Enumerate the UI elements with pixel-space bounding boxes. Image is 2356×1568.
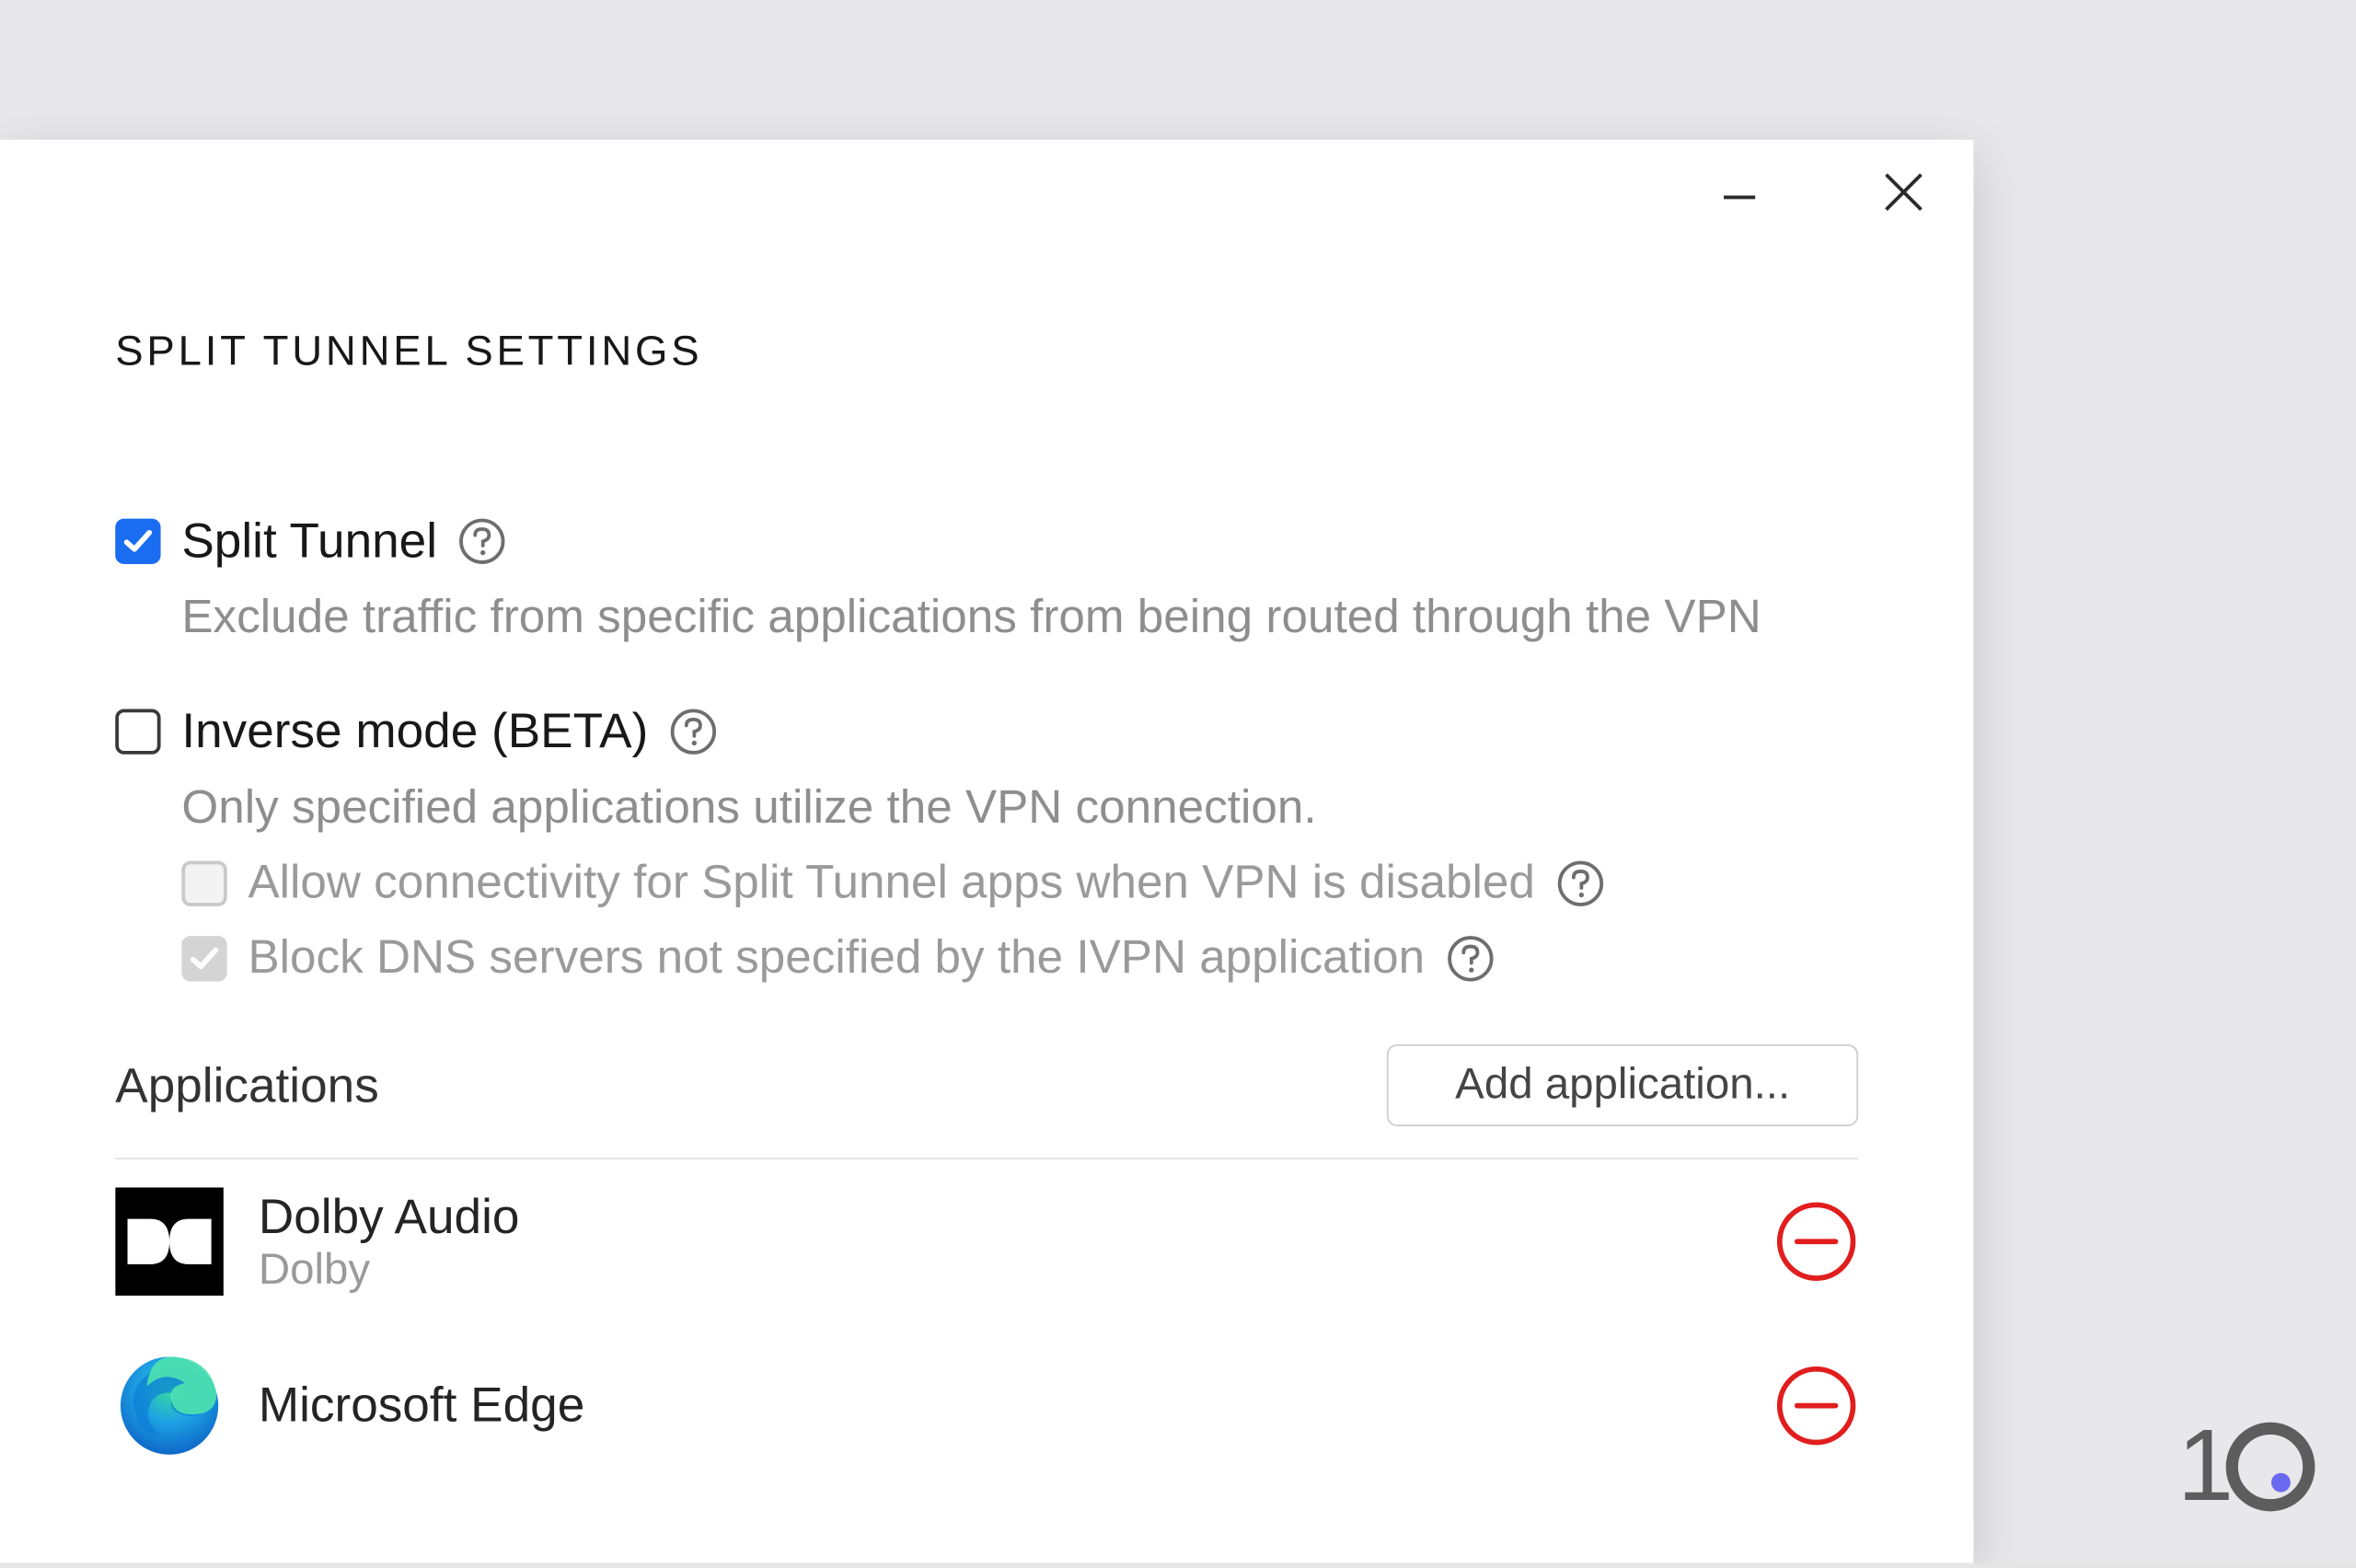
question-icon: [1556, 859, 1605, 907]
inverse-mode-label: Inverse mode (BETA): [181, 704, 648, 760]
allow-connectivity-checkbox: [181, 860, 226, 905]
checkmark-icon: [122, 525, 154, 557]
minimize-button[interactable]: [1701, 154, 1777, 230]
inverse-mode-description: Only specified applications utilize the …: [181, 780, 1858, 835]
applications-title: Applications: [115, 1057, 379, 1113]
checkmark-icon: [189, 942, 220, 974]
remove-icon: [1774, 1364, 1858, 1447]
application-row: Dolby Audio Dolby: [115, 1159, 1858, 1323]
remove-icon: [1774, 1200, 1858, 1284]
settings-window: SPLIT TUNNEL SETTINGS Split Tunnel Exclu…: [0, 140, 1973, 1563]
inverse-mode-checkbox[interactable]: [115, 709, 160, 754]
split-tunnel-description: Exclude traffic from specific applicatio…: [181, 590, 1858, 644]
edge-icon: [115, 1352, 224, 1460]
app-name: Microsoft Edge: [259, 1378, 1739, 1434]
app-icon-dolby: [115, 1187, 224, 1296]
app-name: Dolby Audio: [259, 1188, 1739, 1244]
application-row: Microsoft Edge: [115, 1323, 1858, 1487]
remove-application-button[interactable]: [1774, 1200, 1858, 1284]
dolby-icon: [115, 1187, 224, 1296]
setting-inverse-mode: Inverse mode (BETA) Only specified appli…: [115, 704, 1858, 986]
sub-option-block-dns: Block DNS servers not specified by the I…: [181, 930, 1858, 985]
watermark-zero-icon: [2223, 1419, 2317, 1513]
page-title: SPLIT TUNNEL SETTINGS: [115, 329, 1858, 377]
help-icon[interactable]: [458, 517, 507, 566]
help-icon[interactable]: [669, 708, 718, 756]
help-icon[interactable]: [1446, 933, 1495, 982]
help-icon[interactable]: [1556, 859, 1605, 907]
app-vendor: Dolby: [259, 1244, 1739, 1295]
question-icon: [669, 708, 718, 756]
question-icon: [458, 517, 507, 566]
add-application-button[interactable]: Add application...: [1387, 1044, 1858, 1126]
setting-split-tunnel: Split Tunnel Exclude traffic from specif…: [115, 513, 1858, 644]
split-tunnel-label: Split Tunnel: [181, 513, 437, 570]
app-icon-edge: [115, 1352, 224, 1460]
question-icon: [1446, 933, 1495, 982]
remove-application-button[interactable]: [1774, 1364, 1858, 1447]
titlebar: [0, 140, 1973, 245]
block-dns-label: Block DNS servers not specified by the I…: [248, 930, 1425, 985]
watermark-logo: 1: [2177, 1408, 2317, 1525]
minimize-icon: [1720, 173, 1759, 212]
close-button[interactable]: [1865, 154, 1942, 230]
sub-option-allow-connectivity: Allow connectivity for Split Tunnel apps…: [181, 856, 1858, 910]
close-icon: [1881, 169, 1926, 214]
allow-connectivity-label: Allow connectivity for Split Tunnel apps…: [248, 856, 1534, 910]
split-tunnel-checkbox[interactable]: [115, 519, 160, 564]
block-dns-checkbox: [181, 935, 226, 980]
